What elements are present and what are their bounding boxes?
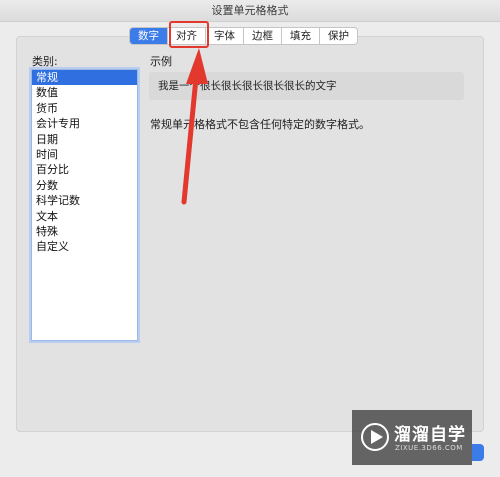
watermark-subtitle: ZIXUE.3D66.COM [395, 444, 463, 452]
watermark: 溜溜自学 ZIXUE.3D66.COM [352, 410, 472, 465]
annotation-arrow-icon [181, 48, 208, 205]
watermark-title: 溜溜自学 [394, 425, 466, 445]
tab-highlight-box [169, 21, 209, 48]
play-logo-icon [361, 423, 389, 451]
